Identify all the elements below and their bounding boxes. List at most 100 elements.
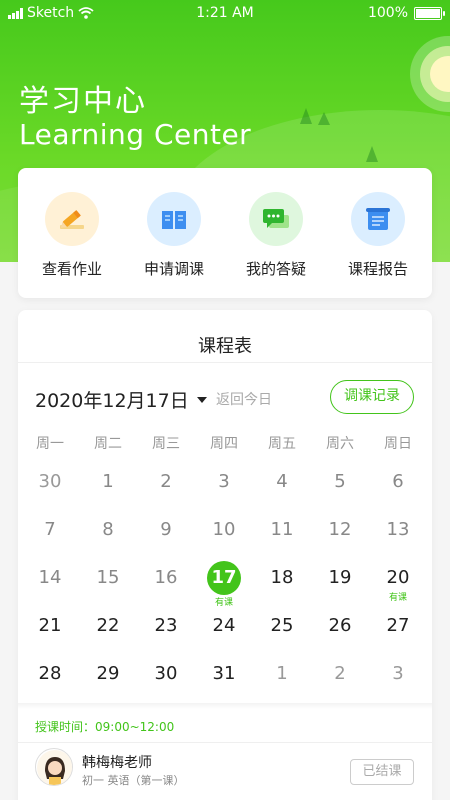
day-number: 9 [160, 519, 172, 540]
day-number: 16 [154, 567, 178, 588]
day-number: 22 [96, 615, 120, 636]
calendar-day[interactable]: 6 [369, 470, 427, 510]
calendar-day[interactable]: 27 [369, 614, 427, 654]
report-scroll-icon [351, 192, 405, 246]
calendar-day[interactable]: 11 [253, 518, 311, 558]
calendar-day[interactable]: 24 [195, 614, 253, 654]
day-number: 2 [334, 663, 346, 684]
caret-down-icon [196, 396, 207, 403]
day-number: 5 [334, 471, 346, 492]
teacher-name: 韩梅梅老师 [82, 755, 152, 771]
day-number: 21 [38, 615, 62, 636]
weekday-label: 周六 [326, 436, 354, 452]
calendar-day[interactable]: 21 [21, 614, 79, 654]
day-number: 15 [96, 567, 120, 588]
page-subtitle: Learning Center [19, 118, 252, 151]
quick-action-label: 查看作业 [41, 260, 102, 278]
status-bar: Sketch 1:21 AM 100% [0, 0, 450, 28]
reschedule-action[interactable]: 申请调课 [122, 192, 226, 279]
course-report-action[interactable]: 课程报告 [326, 192, 430, 279]
weekday-label: 周五 [268, 436, 296, 452]
calendar-day[interactable]: 9 [137, 518, 195, 558]
calendar-day[interactable]: 8 [79, 518, 137, 558]
day-number: 18 [270, 567, 294, 588]
calendar-day[interactable]: 19 [311, 566, 369, 606]
calendar-day[interactable]: 20 有课 [369, 566, 427, 606]
day-number: 2 [160, 471, 172, 492]
day-number: 19 [328, 567, 352, 588]
teacher-avatar [35, 748, 73, 786]
calendar-day[interactable]: 30 [21, 470, 79, 510]
my-questions-action[interactable]: 我的答疑 [224, 192, 328, 279]
calendar-day[interactable]: 30 [137, 662, 195, 702]
date-selector[interactable]: 2020年12月17日 [35, 386, 207, 413]
day-number: 11 [270, 519, 294, 540]
calendar-day[interactable]: 28 [21, 662, 79, 702]
calendar-day[interactable]: 3 [369, 662, 427, 702]
tree-illustration [318, 112, 330, 125]
calendar-day[interactable]: 7 [21, 518, 79, 558]
weekday-label: 周二 [94, 436, 122, 452]
selected-date: 2020年12月17日 [35, 390, 189, 412]
calendar-day[interactable]: 3 [195, 470, 253, 510]
day-number: 23 [154, 615, 178, 636]
day-number: 1 [276, 663, 288, 684]
calendar-day[interactable]: 18 [253, 566, 311, 606]
schedule-title: 课程表 [198, 336, 252, 357]
lesson-status-badge: 已结课 [350, 759, 414, 785]
calendar-day[interactable]: 23 [137, 614, 195, 654]
calendar-day[interactable]: 15 [79, 566, 137, 606]
day-number: 24 [212, 615, 236, 636]
calendar-day[interactable]: 22 [79, 614, 137, 654]
day-number: 25 [270, 615, 294, 636]
calendar-day[interactable]: 10 [195, 518, 253, 558]
schedule-card: 课程表 2020年12月17日 返回今日 调课记录 周一 周二 周三 周四 周五 周六 周日… [18, 310, 432, 800]
weekday-label: 周一 [36, 436, 64, 452]
weekday-label: 周日 [384, 436, 412, 452]
quick-actions-card: 查看作业 申请调课 我的答疑 课程报告 [18, 168, 432, 298]
calendar-day[interactable]: 2 [311, 662, 369, 702]
calendar-day[interactable]: 1 [253, 662, 311, 702]
homework-action[interactable]: 查看作业 [20, 192, 124, 279]
calendar-day-selected[interactable]: 17 有课 [195, 561, 253, 608]
calendar-day[interactable]: 25 [253, 614, 311, 654]
day-number: 30 [154, 663, 178, 684]
day-number: 27 [386, 615, 410, 636]
day-number: 20 [386, 567, 410, 588]
lesson-time: 授课时间：09:00~12:00 [35, 720, 175, 734]
day-number: 4 [276, 471, 288, 492]
day-number: 1 [102, 471, 114, 492]
calendar-day[interactable]: 5 [311, 470, 369, 510]
reschedule-record-button[interactable]: 调课记录 [330, 380, 414, 414]
day-number: 31 [212, 663, 236, 684]
has-class-tag: 有课 [388, 593, 407, 603]
calendar-day[interactable]: 12 [311, 518, 369, 558]
divider [18, 362, 432, 363]
battery-percent: 100% [367, 5, 408, 21]
day-number: 10 [212, 519, 236, 540]
weekday-label: 周三 [152, 436, 180, 452]
calendar-day[interactable]: 31 [195, 662, 253, 702]
weekday-label: 周四 [210, 436, 238, 452]
battery-icon [414, 6, 445, 20]
calendar-day[interactable]: 2 [137, 470, 195, 510]
quick-action-label: 我的答疑 [245, 260, 306, 278]
calendar-day[interactable]: 26 [311, 614, 369, 654]
quick-action-label: 课程报告 [347, 260, 408, 278]
calendar-day[interactable]: 4 [253, 470, 311, 510]
day-number: 30 [38, 471, 62, 492]
calendar-day[interactable]: 14 [21, 566, 79, 606]
back-to-today-link[interactable]: 返回今日 [216, 389, 272, 409]
tree-illustration [300, 108, 312, 124]
book-icon [147, 192, 201, 246]
day-number: 28 [38, 663, 62, 684]
chat-icon [249, 192, 303, 246]
calendar-day[interactable]: 13 [369, 518, 427, 558]
day-number: 17 [207, 561, 241, 595]
calendar-day[interactable]: 1 [79, 470, 137, 510]
calendar-day[interactable]: 29 [79, 662, 137, 702]
calendar-day[interactable]: 16 [137, 566, 195, 606]
day-number: 13 [386, 519, 410, 540]
quick-action-label: 申请调课 [143, 260, 204, 278]
day-number: 3 [218, 471, 230, 492]
